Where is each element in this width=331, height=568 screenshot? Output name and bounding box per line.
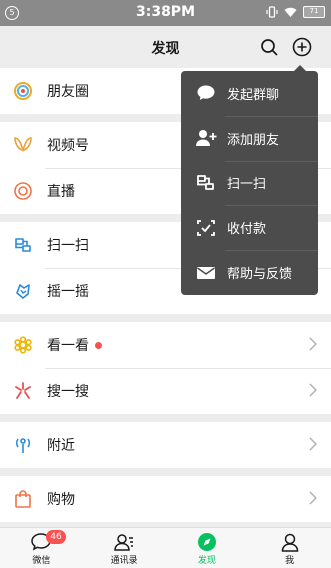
channels-icon — [12, 134, 34, 156]
group-stories: 看一看 搜一搜 — [0, 322, 331, 414]
list-item-label: 扫一扫 — [47, 238, 89, 254]
chevron-right-icon — [309, 383, 317, 397]
tab-discover[interactable]: 发现 — [166, 528, 249, 568]
tab-me[interactable]: 我 — [248, 528, 331, 568]
shake-icon — [12, 280, 34, 302]
scan-icon — [195, 172, 217, 194]
scan-icon — [12, 234, 34, 256]
menu-item-label: 收付款 — [227, 222, 267, 238]
chevron-right-icon — [309, 491, 317, 505]
group-shopping: 购物 — [0, 476, 331, 522]
menu-item-label: 添加朋友 — [227, 132, 280, 148]
header: 发现 — [0, 26, 331, 68]
search-icon[interactable] — [258, 36, 280, 58]
menu-item-group-chat[interactable]: 发起群聊 — [181, 71, 318, 116]
new-dot-badge — [95, 341, 102, 349]
group-nearby: 附近 — [0, 422, 331, 468]
tab-label: 我 — [285, 556, 295, 566]
list-item-label: 视频号 — [47, 138, 89, 154]
group-chat-icon — [195, 82, 217, 104]
live-icon — [12, 180, 34, 202]
discover-icon — [197, 533, 216, 551]
list-item-label: 朋友圈 — [47, 84, 89, 100]
menu-item-label: 帮助与反馈 — [227, 267, 293, 283]
bottom-tab-bar: 46 微信 通讯录 发现 我 — [0, 527, 331, 568]
chevron-right-icon — [309, 337, 317, 351]
vibrate-icon — [266, 6, 278, 18]
list-item-nearby[interactable]: 附近 — [0, 422, 331, 468]
menu-item-scan[interactable]: 扫一扫 — [181, 160, 318, 206]
add-circle-icon[interactable] — [291, 36, 313, 58]
moments-icon — [12, 80, 34, 102]
me-icon — [281, 533, 298, 552]
tab-label: 通讯录 — [110, 556, 138, 566]
menu-item-label: 发起群聊 — [227, 87, 280, 103]
list-item-label: 看一看 — [47, 338, 89, 354]
chevron-right-icon — [309, 437, 317, 451]
mail-icon — [195, 262, 217, 284]
list-item-label: 购物 — [47, 492, 75, 508]
add-menu-popup: 发起群聊 添加朋友 扫一扫 收付款 帮助与反馈 — [181, 65, 318, 295]
nearby-icon — [12, 434, 34, 456]
tab-label: 发现 — [197, 556, 216, 566]
list-item-search[interactable]: 搜一搜 — [0, 368, 331, 414]
menu-item-add-friend[interactable]: 添加朋友 — [181, 115, 318, 161]
add-friend-icon — [195, 127, 217, 149]
list-item-shopping[interactable]: 购物 — [0, 476, 331, 522]
list-item-label: 摇一摇 — [47, 284, 89, 300]
wifi-icon — [284, 7, 297, 17]
tab-chats[interactable]: 46 微信 — [0, 528, 83, 568]
menu-item-money[interactable]: 收付款 — [181, 205, 318, 250]
tab-label: 微信 — [32, 556, 51, 566]
list-item-top-stories[interactable]: 看一看 — [0, 322, 331, 368]
money-icon — [195, 217, 217, 239]
battery-icon: 71 — [303, 6, 325, 18]
search-sparkle-icon — [12, 380, 34, 402]
tab-contacts[interactable]: 通讯录 — [83, 528, 166, 568]
unread-badge: 46 — [46, 530, 66, 544]
list-item-label: 直播 — [47, 184, 75, 200]
top-stories-icon — [12, 334, 34, 356]
menu-item-label: 扫一扫 — [227, 177, 267, 193]
page-title: 发现 — [151, 41, 180, 57]
list-item-label: 搜一搜 — [47, 384, 89, 400]
menu-item-help[interactable]: 帮助与反馈 — [181, 250, 318, 295]
status-bar: 5 3:38PM 71 — [0, 0, 331, 26]
contacts-icon — [114, 534, 134, 551]
shopping-icon — [12, 488, 34, 510]
list-item-label: 附近 — [47, 438, 75, 454]
